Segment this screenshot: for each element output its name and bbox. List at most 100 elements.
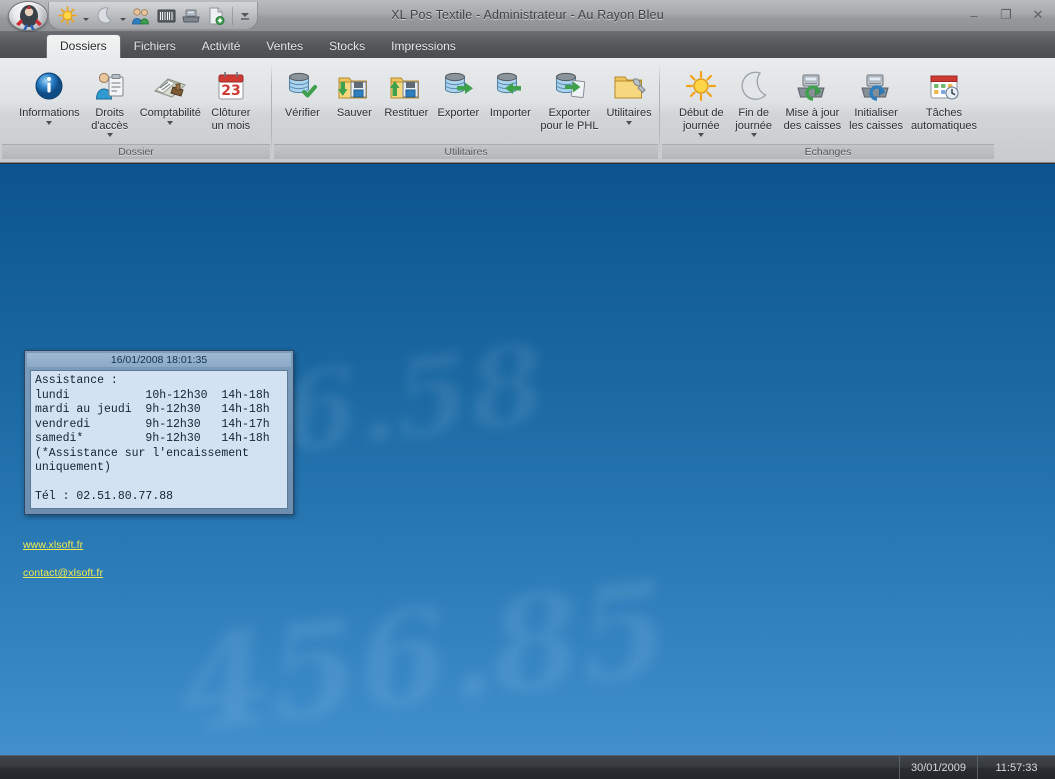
ribbon-button-icon (153, 67, 187, 105)
folder-restore-icon (389, 69, 423, 103)
ribbon-button-label: Importer (490, 107, 531, 120)
ribbon-button-icon (441, 67, 475, 105)
qat-fin-journee-caret[interactable] (117, 4, 128, 28)
users-icon (131, 7, 151, 25)
desktop-link-2[interactable]: contact@xlsoft.fr (23, 567, 103, 579)
tab-impressions[interactable]: Impressions (378, 36, 469, 58)
qat-caisse-button[interactable] (179, 4, 203, 28)
qat-code-barres-button[interactable] (154, 4, 178, 28)
minimize-button[interactable]: – (963, 4, 985, 26)
tab-ventes[interactable]: Ventes (253, 36, 316, 58)
ribbon-button-t-ches-automatiques[interactable]: Tâches automatiques (907, 64, 981, 132)
svg-text:23: 23 (221, 83, 240, 99)
database-check-icon (285, 69, 319, 103)
ribbon-group-body: Début de journée Fin de journée Mise à jou… (662, 60, 994, 144)
ribbon-button-label: Vérifier (285, 107, 320, 120)
qat-nouveau-document-button[interactable] (204, 4, 228, 28)
ribbon-button-v-rifier[interactable]: Vérifier (276, 64, 328, 120)
ribbon-button-initialiser-les-caisses[interactable]: Initialiser les caisses (845, 64, 907, 132)
ribbon-button-label: Initialiser les caisses (849, 107, 903, 132)
ribbon-button-importer[interactable]: Importer (484, 64, 536, 120)
ribbon: InformationsDroits d'accèsComptabilité23… (0, 58, 1055, 163)
title-bar: XL Pos Textile - Administrateur - Au Ray… (0, 0, 1055, 32)
ribbon-button-mise-jour-des-caisses[interactable]: Mise à jour des caisses (780, 64, 845, 132)
ribbon-button-fin-de-journ-e[interactable]: Fin de journée (728, 64, 780, 137)
ribbon-button-sauver[interactable]: Sauver (328, 64, 380, 120)
ribbon-group-dossier: InformationsDroits d'accèsComptabilité23… (2, 60, 270, 159)
cash-register-icon (181, 7, 201, 24)
moon-icon (95, 6, 114, 25)
restore-button[interactable]: ❐ (995, 4, 1017, 26)
tab-fichiers[interactable]: Fichiers (121, 36, 189, 58)
ribbon-group-echanges: Début de journée Fin de journée Mise à jou… (662, 60, 994, 159)
ribbon-group-separator (659, 64, 660, 154)
chevron-double-down-icon (239, 10, 251, 22)
ribbon-button-caret-icon[interactable] (751, 133, 757, 137)
ribbon-button-icon (285, 67, 319, 105)
chevron-down-icon (120, 18, 126, 21)
ribbon-button-cl-turer-un-mois[interactable]: 23Clôturer un mois (205, 64, 257, 132)
scheduled-tasks-icon (927, 69, 961, 103)
register-update-icon (795, 69, 829, 103)
window-controls: – ❐ ✕ (963, 4, 1049, 26)
ribbon-button-icon (684, 67, 718, 105)
calendar-icon: 23 (214, 69, 248, 103)
ribbon-button-caret-icon[interactable] (107, 133, 113, 137)
ribbon-button-d-but-de-journ-e[interactable]: Début de journée (675, 64, 728, 137)
status-bar: 30/01/2009 11:57:33 (0, 755, 1055, 779)
tab-activit-[interactable]: Activité (189, 36, 254, 58)
barcode-icon (157, 8, 176, 24)
ribbon-button-caret-icon[interactable] (46, 121, 52, 125)
ribbon-button-icon (927, 67, 961, 105)
ribbon-button-icon (337, 67, 371, 105)
close-button[interactable]: ✕ (1027, 4, 1049, 26)
ribbon-button-restituer[interactable]: Restituer (380, 64, 432, 120)
moon-icon (737, 69, 771, 103)
background-watermark-1: 6.58 (275, 320, 551, 477)
accounting-book-icon (153, 69, 187, 103)
status-bar-time: 11:57:33 (977, 756, 1055, 779)
ribbon-button-caret-icon[interactable] (698, 133, 704, 137)
ribbon-button-droits-d-acc-s[interactable]: Droits d'accès (84, 64, 136, 137)
ribbon-button-icon (737, 67, 771, 105)
ribbon-button-label: Fin de journée (735, 107, 772, 132)
tab-stocks[interactable]: Stocks (316, 36, 378, 58)
app-logo-icon (14, 4, 44, 30)
register-init-icon (859, 69, 893, 103)
chevron-down-icon (83, 18, 89, 21)
tab-dossiers[interactable]: Dossiers (46, 34, 121, 58)
ribbon-button-exporter-pour-le-phl[interactable]: Exporter pour le PHL (536, 64, 602, 132)
ribbon-button-informations[interactable]: Informations (15, 64, 84, 125)
qat-fin-journee-button[interactable] (92, 4, 116, 28)
qat-debut-journee-button[interactable] (55, 4, 79, 28)
application-window: XL Pos Textile - Administrateur - Au Ray… (0, 0, 1055, 779)
folder-tools-icon (612, 69, 646, 103)
ribbon-button-label: Tâches automatiques (911, 107, 977, 132)
qat-debut-journee-caret[interactable] (80, 4, 91, 28)
ribbon-button-icon (552, 67, 586, 105)
database-import-icon (493, 69, 527, 103)
ribbon-button-label: Mise à jour des caisses (784, 107, 841, 132)
ribbon-tabstrip: DossiersFichiersActivitéVentesStocksImpr… (0, 32, 1055, 58)
ribbon-button-caret-icon[interactable] (167, 121, 173, 125)
ribbon-button-icon (795, 67, 829, 105)
ribbon-button-utilitaires[interactable]: Utilitaires (602, 64, 655, 125)
ribbon-button-exporter[interactable]: Exporter (432, 64, 484, 120)
assistance-message-window[interactable]: 16/01/2008 18:01:35 Assistance : lundi 1… (24, 350, 294, 515)
ribbon-button-label: Droits d'accès (91, 107, 128, 132)
application-menu-button[interactable] (8, 1, 48, 31)
ribbon-button-icon (859, 67, 893, 105)
ribbon-button-caret-icon[interactable] (626, 121, 632, 125)
ribbon-button-icon (32, 67, 66, 105)
desktop-link-1[interactable]: www.xlsoft.fr (23, 539, 103, 551)
message-window-body: Assistance : lundi 10h-12h30 14h-18h mar… (30, 370, 288, 509)
ribbon-button-label: Exporter pour le PHL (540, 107, 598, 132)
message-window-timestamp: 16/01/2008 18:01:35 (27, 353, 291, 367)
ribbon-button-label: Informations (19, 107, 80, 120)
ribbon-button-label: Utilitaires (606, 107, 651, 120)
qat-utilisateurs-button[interactable] (129, 4, 153, 28)
qat-customize-button[interactable] (237, 4, 253, 28)
ribbon-button-icon: 23 (214, 67, 248, 105)
ribbon-button-comptabilit[interactable]: Comptabilité (136, 64, 205, 125)
desktop-links: www.xlsoft.fr contact@xlsoft.fr (23, 539, 103, 595)
